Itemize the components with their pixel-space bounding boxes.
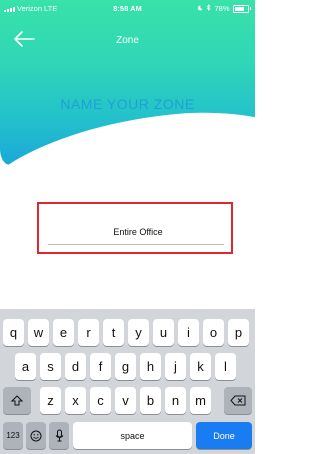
key-d[interactable]: d (65, 353, 86, 380)
nav-title: Zone (116, 35, 139, 46)
key-i[interactable]: i (178, 319, 199, 346)
key-k[interactable]: k (190, 353, 211, 380)
key-m[interactable]: m (190, 387, 211, 414)
key-l[interactable]: l (215, 353, 236, 380)
key-v[interactable]: v (115, 387, 136, 414)
key-q[interactable]: q (3, 319, 24, 346)
key-e[interactable]: e (53, 319, 74, 346)
app-screen: Verizon LTE 8:58 AM 78% Zone NAME YOUR Z… (0, 0, 255, 454)
key-n[interactable]: n (165, 387, 186, 414)
zone-name-input[interactable] (48, 222, 228, 242)
keyboard: q w e r t y u i o p a s d f g h j k l z … (0, 309, 255, 454)
key-g[interactable]: g (115, 353, 136, 380)
status-bar: Verizon LTE 8:58 AM 78% (0, 0, 255, 16)
key-w[interactable]: w (28, 319, 49, 346)
moon-icon (197, 4, 203, 13)
key-y[interactable]: y (128, 319, 149, 346)
bluetooth-icon (206, 3, 211, 13)
key-h[interactable]: h (140, 353, 161, 380)
key-c[interactable]: c (90, 387, 111, 414)
shift-icon (11, 394, 23, 405)
key-t[interactable]: t (103, 319, 124, 346)
status-right: 78% (197, 3, 251, 13)
key-s[interactable]: s (40, 353, 61, 380)
delete-icon (230, 395, 246, 406)
battery-icon (232, 4, 249, 13)
input-underline (48, 244, 224, 245)
nav-bar: Zone (0, 26, 255, 52)
battery-percent: 78% (214, 4, 230, 13)
battery-cap (249, 7, 251, 10)
key-o[interactable]: o (203, 319, 224, 346)
key-z[interactable]: z (40, 387, 61, 414)
key-u[interactable]: u (153, 319, 174, 346)
numbers-key[interactable]: 123 (3, 422, 23, 449)
key-r[interactable]: r (78, 319, 99, 346)
emoji-key[interactable] (26, 422, 46, 449)
key-j[interactable]: j (165, 353, 186, 380)
microphone-key[interactable] (49, 422, 69, 449)
microphone-icon (55, 429, 63, 442)
key-f[interactable]: f (90, 353, 111, 380)
done-key[interactable]: Done (196, 422, 252, 449)
key-a[interactable]: a (15, 353, 36, 380)
shift-key[interactable] (3, 387, 31, 414)
key-x[interactable]: x (65, 387, 86, 414)
space-key[interactable]: space (73, 422, 192, 449)
name-zone-heading: NAME YOUR ZONE (60, 96, 195, 112)
key-b[interactable]: b (140, 387, 161, 414)
key-p[interactable]: p (228, 319, 249, 346)
emoji-icon (30, 430, 42, 441)
delete-key[interactable] (224, 387, 252, 414)
